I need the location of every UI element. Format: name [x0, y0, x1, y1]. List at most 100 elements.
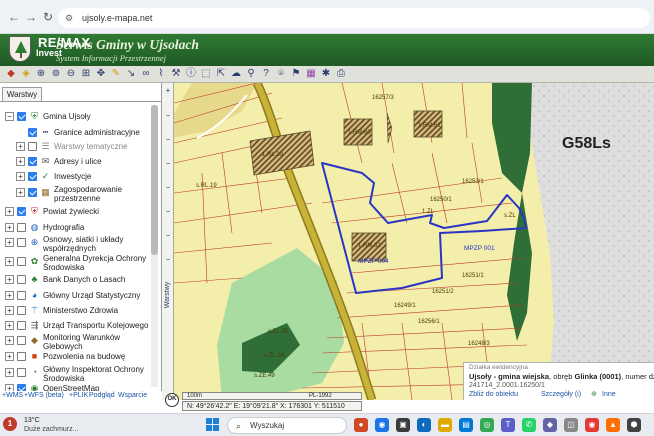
navigation-icon[interactable]: OK	[165, 393, 179, 407]
back-arrow-icon[interactable]: ←	[6, 9, 22, 25]
weather-temperature[interactable]: 13°C	[24, 416, 40, 425]
layer-item[interactable]: + ✉ Adresy i ulice	[16, 156, 151, 168]
support-link[interactable]: Wsparcie	[118, 391, 147, 400]
measure-line-icon[interactable]: ↘	[124, 67, 138, 81]
expand-icon[interactable]: +	[5, 352, 14, 361]
map-view[interactable]: + − − − − − − − Warstwy G58Ls 1.RM.62 1.…	[162, 83, 654, 400]
layer-checkbox[interactable]	[17, 306, 26, 315]
expand-icon[interactable]: +	[5, 207, 14, 216]
layer-checkbox[interactable]	[17, 384, 26, 391]
layer-checkbox[interactable]	[17, 275, 26, 284]
layer-item[interactable]: ┅ Granice administracyjne	[16, 127, 151, 139]
layers-icon[interactable]: ◈	[19, 67, 33, 81]
layer-item[interactable]: + ▦ Zagospodarowanie przestrzenne	[16, 185, 151, 203]
weather-description[interactable]: Duże zachmurz...	[24, 425, 78, 434]
location-icon[interactable]: ⌾	[274, 67, 288, 81]
site-info-icon[interactable]: ⚙	[65, 12, 77, 24]
cloud-icon[interactable]: ☁	[229, 67, 243, 81]
windows-start-icon[interactable]	[206, 418, 220, 432]
app-icon[interactable]: ▲	[606, 418, 620, 432]
layer-item[interactable]: + ◕ Główny Urząd Statystyczny	[5, 290, 151, 302]
taskbar-search[interactable]: ⌕ Wyszukaj	[227, 417, 347, 434]
edge-icon[interactable]: ◐	[417, 418, 431, 432]
layer-checkbox[interactable]	[17, 112, 26, 121]
file-explorer-icon[interactable]: ▬	[438, 418, 452, 432]
pin-icon[interactable]: ⚲	[244, 67, 258, 81]
star-icon[interactable]: ✱	[319, 67, 333, 81]
map-canvas[interactable]	[162, 83, 654, 400]
layer-item[interactable]: − ⛨ Gmina Ujsoły	[5, 111, 151, 123]
layer-item[interactable]: + ✓ Inwestycje	[16, 171, 151, 183]
info-icon[interactable]: ⓘ	[184, 67, 198, 81]
zoom-search-icon[interactable]: ⊚	[49, 67, 63, 81]
layer-checkbox[interactable]	[28, 172, 37, 181]
reload-icon[interactable]: ↻	[40, 9, 56, 25]
slider-tick-icon[interactable]: −	[163, 183, 173, 193]
layer-checkbox[interactable]	[17, 291, 26, 300]
expand-icon[interactable]: +	[5, 257, 14, 266]
app-icon[interactable]: ◫	[564, 418, 578, 432]
layer-checkbox[interactable]	[17, 352, 26, 361]
task-view-icon[interactable]: ▣	[396, 418, 410, 432]
palette-icon[interactable]: ▦	[304, 67, 318, 81]
expand-icon[interactable]: +	[5, 321, 14, 330]
layer-checkbox[interactable]	[28, 157, 37, 166]
layer-checkbox[interactable]	[17, 368, 26, 377]
zoom-in-icon[interactable]: ⊕	[34, 67, 48, 81]
app-icon[interactable]: ◉	[585, 418, 599, 432]
layer-checkbox[interactable]	[17, 207, 26, 216]
slider-tick-icon[interactable]: −	[163, 255, 173, 265]
layer-item[interactable]: + ⇶ Urząd Transportu Kolejowego	[5, 320, 151, 332]
expand-icon[interactable]: +	[5, 336, 14, 345]
layer-checkbox[interactable]	[17, 238, 26, 247]
print-icon[interactable]: ⎙	[334, 67, 348, 81]
app-icon[interactable]: ⬢	[627, 418, 641, 432]
app-icon[interactable]: ◆	[543, 418, 557, 432]
layer-item[interactable]: + ✿ Generalna Dyrekcja Ochrony Środowiska	[5, 254, 151, 272]
url-text[interactable]: ujsoly.e-mapa.net	[82, 12, 152, 24]
slider-tick-icon[interactable]: −	[163, 135, 173, 145]
home-icon[interactable]: ◆	[4, 67, 18, 81]
edit-icon[interactable]: ✎	[109, 67, 123, 81]
question-icon[interactable]: ?	[259, 67, 273, 81]
layer-checkbox[interactable]	[17, 223, 26, 232]
zoom-out-icon[interactable]: ⊖	[64, 67, 78, 81]
chrome-icon[interactable]: ◉	[375, 418, 389, 432]
layer-item[interactable]: + ◔ Główny Inspektorat Ochrony Środowiska	[5, 365, 151, 383]
layer-checkbox[interactable]	[28, 142, 37, 151]
zoom-in-small-icon[interactable]: +	[163, 86, 173, 96]
layer-checkbox[interactable]	[17, 257, 26, 266]
layer-checkbox[interactable]	[17, 336, 26, 345]
weather-alert-icon[interactable]: 1	[3, 417, 17, 431]
teams-icon[interactable]: T	[501, 418, 515, 432]
store-icon[interactable]: ▤	[459, 418, 473, 432]
expand-icon[interactable]: +	[16, 157, 25, 166]
layer-item[interactable]: + ⚚ Ministerstwo Zdrowia	[5, 305, 151, 317]
expand-icon[interactable]: +	[5, 223, 14, 232]
layer-checkbox[interactable]	[28, 188, 37, 197]
layer-item[interactable]: + ◉ OpenStreetMap	[5, 383, 151, 391]
layer-item[interactable]: + ☰ Warstwy tematyczne	[16, 141, 151, 153]
measure-icon[interactable]: ⌇	[154, 67, 168, 81]
file-link[interactable]: +PLIK	[69, 391, 88, 400]
layer-checkbox[interactable]	[28, 128, 37, 137]
tools-icon[interactable]: ⚒	[169, 67, 183, 81]
collapse-icon[interactable]: −	[5, 112, 14, 121]
expand-icon[interactable]: +	[5, 238, 14, 247]
forward-arrow-icon[interactable]: →	[23, 9, 39, 25]
expand-icon[interactable]: +	[16, 188, 25, 197]
layer-item[interactable]: + ♣ Bank Danych o Lasach	[5, 274, 151, 286]
layer-scrollbar-thumb[interactable]	[151, 105, 158, 255]
layer-item[interactable]: + ■ Pozwolenia na budowę	[5, 351, 151, 363]
expand-icon[interactable]: +	[16, 142, 25, 151]
slider-tick-icon[interactable]: −	[163, 207, 173, 217]
expand-icon[interactable]: +	[5, 368, 14, 377]
wfs-link[interactable]: +WFS (beta)	[24, 391, 64, 400]
tab-layers[interactable]: Warstwy	[2, 87, 42, 101]
layers-vertical-tab[interactable]: Warstwy	[163, 273, 173, 317]
layer-item[interactable]: + ◍ Hydrografia	[5, 222, 151, 234]
select-icon[interactable]: ⬚	[199, 67, 213, 81]
expand-icon[interactable]: +	[5, 384, 14, 391]
app-icon[interactable]: ●	[354, 418, 368, 432]
layer-checkbox[interactable]	[17, 321, 26, 330]
